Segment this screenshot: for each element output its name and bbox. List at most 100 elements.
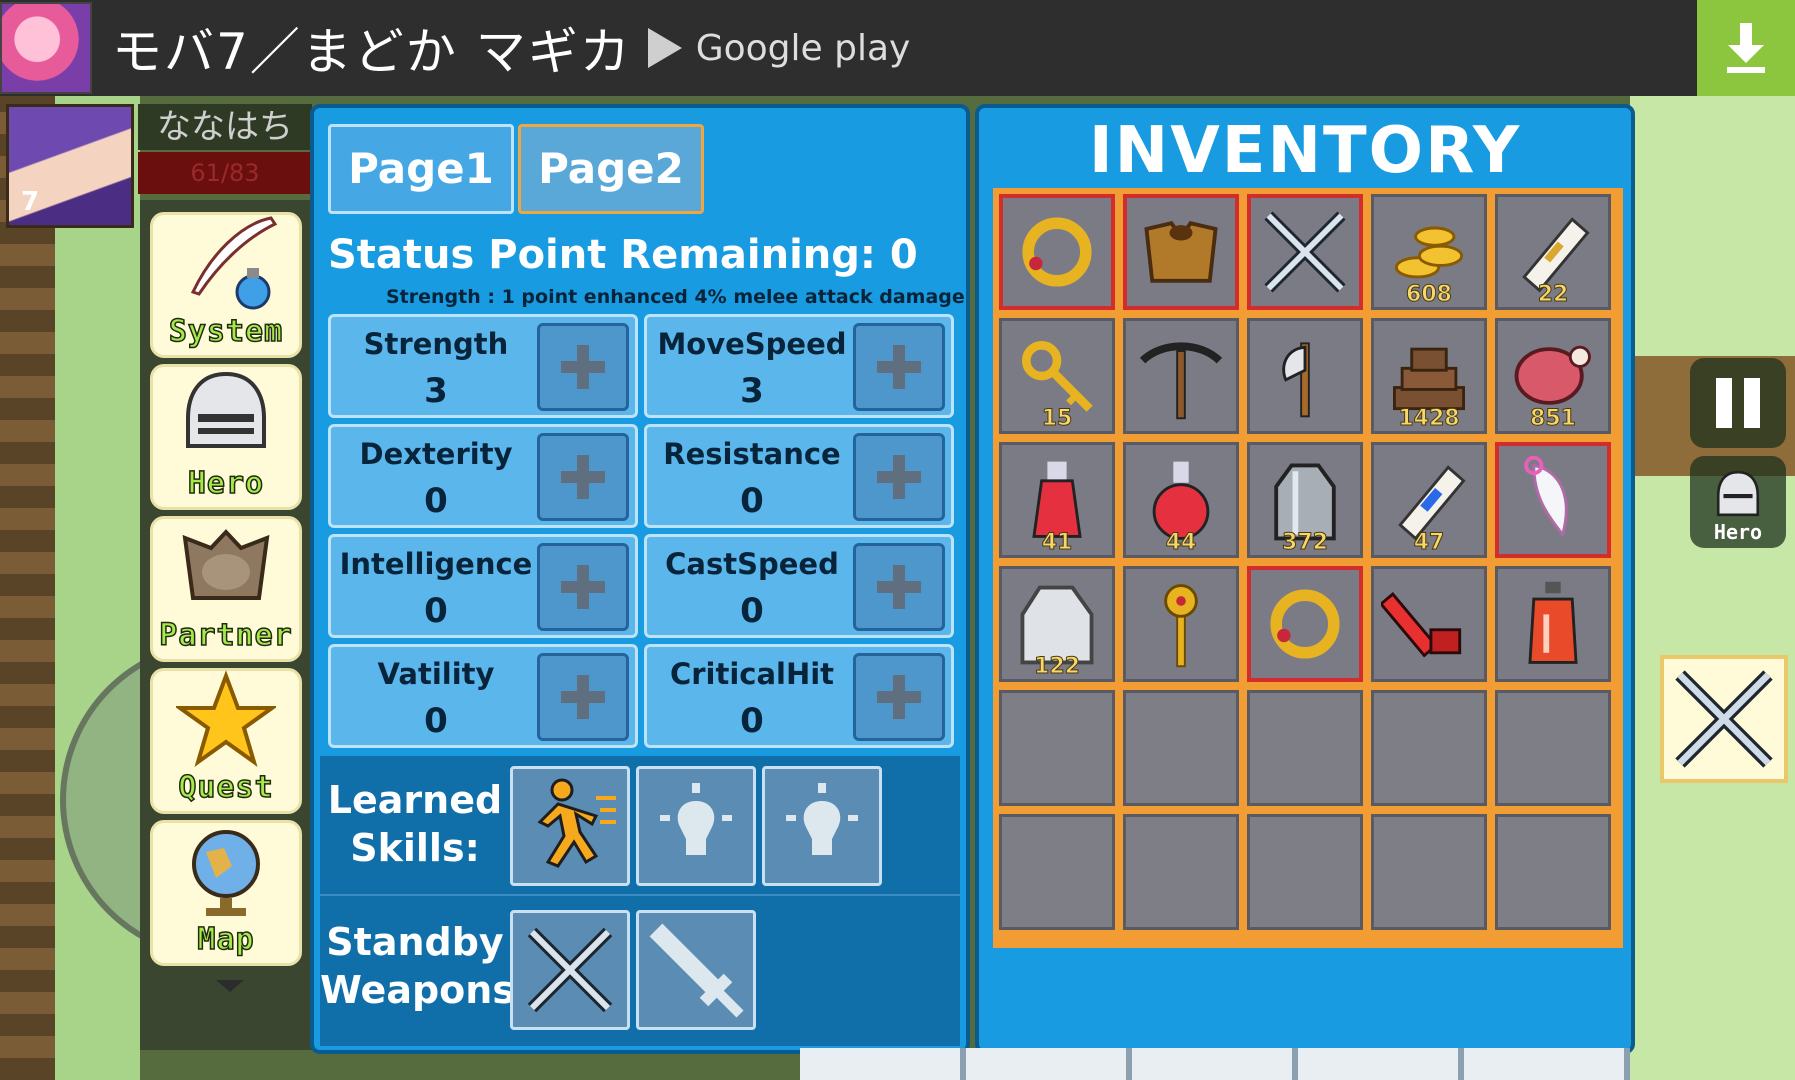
menu-map-button[interactable]: Map bbox=[150, 820, 302, 966]
add-strength-button[interactable] bbox=[537, 323, 629, 411]
plus-icon bbox=[877, 345, 921, 389]
tab-page1[interactable]: Page1 bbox=[328, 124, 514, 214]
inventory-slot-empty[interactable] bbox=[1247, 690, 1363, 806]
plus-icon bbox=[877, 675, 921, 719]
crossed-swords-icon bbox=[1264, 211, 1346, 293]
tab-page2[interactable]: Page2 bbox=[518, 124, 704, 214]
download-button[interactable] bbox=[1697, 0, 1795, 96]
item-quantity: 41 bbox=[1041, 530, 1073, 556]
item-quantity: 1428 bbox=[1398, 406, 1460, 432]
menu-partner-button[interactable]: Partner bbox=[150, 516, 302, 662]
add-castspeed-button[interactable] bbox=[853, 543, 945, 631]
inventory-slot-empty[interactable] bbox=[1123, 814, 1239, 930]
stat-value: 0 bbox=[424, 481, 448, 521]
inventory-slot-iron-ore[interactable]: 372 bbox=[1247, 442, 1363, 558]
inventory-slot-blue-scroll[interactable]: 47 bbox=[1371, 442, 1487, 558]
skill-slot-empty-1[interactable] bbox=[636, 766, 756, 886]
add-criticalhit-button[interactable] bbox=[853, 653, 945, 741]
pause-button[interactable] bbox=[1690, 358, 1786, 448]
menu-map-label: Map bbox=[197, 921, 255, 958]
stat-name: Vatility bbox=[377, 657, 495, 691]
google-play-logo[interactable]: Google play bbox=[647, 27, 911, 69]
inventory-panel: INVENTORY 608 22 15 1428 851 41 44 372 47 122 bbox=[975, 104, 1635, 1054]
weapon-quick-slot[interactable] bbox=[1660, 655, 1788, 783]
skill-slot-dash[interactable] bbox=[510, 766, 630, 886]
menu-partner-label: Partner bbox=[159, 617, 293, 654]
tree-border bbox=[0, 96, 55, 1080]
inventory-slot-gold-coins[interactable]: 608 bbox=[1371, 194, 1487, 310]
field-background bbox=[1630, 96, 1795, 1080]
item-quantity: 851 bbox=[1530, 406, 1577, 432]
inventory-slot-chainsaw-blade[interactable] bbox=[1371, 566, 1487, 682]
inventory-slot-bronze-armor[interactable] bbox=[1123, 194, 1239, 310]
hero-level: 7 bbox=[21, 187, 40, 217]
hp-bar: 61/83 bbox=[138, 152, 312, 194]
google-play-label: Google play bbox=[695, 27, 911, 69]
inventory-slot-raw-meat[interactable]: 851 bbox=[1495, 318, 1611, 434]
inventory-slot-scroll[interactable]: 22 bbox=[1495, 194, 1611, 310]
add-movespeed-button[interactable] bbox=[853, 323, 945, 411]
inventory-slot-gold-cross-staff[interactable] bbox=[1123, 566, 1239, 682]
inventory-slot-silver-ore[interactable]: 122 bbox=[999, 566, 1115, 682]
stat-name: CastSpeed bbox=[665, 547, 839, 581]
item-quantity: 372 bbox=[1282, 530, 1329, 556]
hero-quick-button[interactable]: Hero bbox=[1690, 456, 1786, 548]
inventory-slot-empty[interactable] bbox=[1495, 690, 1611, 806]
learned-skills-line2: Skills: bbox=[350, 826, 480, 870]
inventory-slot-crossed-swords[interactable] bbox=[1247, 194, 1363, 310]
inventory-slot-wood-logs[interactable]: 1428 bbox=[1371, 318, 1487, 434]
inventory-slot-empty[interactable] bbox=[999, 690, 1115, 806]
item-quantity: 15 bbox=[1041, 406, 1073, 432]
add-vatility-button[interactable] bbox=[537, 653, 629, 741]
menu-scroll-down-icon[interactable] bbox=[216, 980, 244, 992]
feather-charm-icon bbox=[1524, 455, 1568, 538]
menu-quest-label: Quest bbox=[178, 769, 274, 806]
inventory-slot-empty[interactable] bbox=[1247, 814, 1363, 930]
learned-skills-line1: Learned bbox=[327, 778, 503, 822]
stat-castspeed: CastSpeed 0 bbox=[644, 534, 954, 638]
inventory-slot-empty[interactable] bbox=[1371, 690, 1487, 806]
bronze-armor-icon bbox=[1144, 221, 1218, 283]
stat-name: MoveSpeed bbox=[657, 327, 847, 361]
weapon-slot-sword[interactable] bbox=[636, 910, 756, 1030]
menu-hero-button[interactable]: Hero bbox=[150, 364, 302, 510]
inventory-slot-red-potion-round[interactable]: 44 bbox=[1123, 442, 1239, 558]
skill-slot-empty-2[interactable] bbox=[762, 766, 882, 886]
inventory-slot-red-lantern[interactable] bbox=[1495, 566, 1611, 682]
inventory-slot-empty[interactable] bbox=[1371, 814, 1487, 930]
add-intelligence-button[interactable] bbox=[537, 543, 629, 631]
ad-banner[interactable]: モバ7／まどか マギカ Google play bbox=[0, 0, 1795, 96]
inventory-slot-gold-ring[interactable] bbox=[1247, 566, 1363, 682]
inventory-slot-empty[interactable] bbox=[1123, 690, 1239, 806]
hero-name: ななはち bbox=[138, 104, 312, 150]
app-icon[interactable] bbox=[0, 2, 92, 94]
item-quantity: 608 bbox=[1406, 282, 1453, 308]
stat-vatility: Vatility 0 bbox=[328, 644, 638, 748]
inventory-slot-empty[interactable] bbox=[1495, 814, 1611, 930]
inventory-slot-red-potion-tall[interactable]: 41 bbox=[999, 442, 1115, 558]
stat-value: 0 bbox=[740, 701, 764, 741]
inventory-slot-axe[interactable] bbox=[1247, 318, 1363, 434]
item-quantity: 47 bbox=[1413, 530, 1445, 556]
hero-portrait[interactable]: 7 bbox=[6, 104, 134, 228]
stat-name: Resistance bbox=[663, 437, 841, 471]
add-dexterity-button[interactable] bbox=[537, 433, 629, 521]
inventory-slot-gold-ring[interactable] bbox=[999, 194, 1115, 310]
plus-icon bbox=[877, 455, 921, 499]
globe-icon bbox=[153, 822, 299, 922]
add-resistance-button[interactable] bbox=[853, 433, 945, 521]
stat-hint: Strength : 1 point enhanced 4% melee att… bbox=[386, 286, 965, 308]
banner-title[interactable]: モバ7／まどか マギカ bbox=[112, 12, 632, 84]
menu-quest-button[interactable]: Quest bbox=[150, 668, 302, 814]
stat-value: 3 bbox=[424, 371, 448, 411]
inventory-slot-pickaxe[interactable] bbox=[1123, 318, 1239, 434]
menu-system-button[interactable]: System bbox=[150, 212, 302, 358]
weapon-slot-crossed-swords[interactable] bbox=[510, 910, 630, 1030]
inventory-slot-feather-charm[interactable] bbox=[1495, 442, 1611, 558]
inventory-slot-empty[interactable] bbox=[999, 814, 1115, 930]
stat-value: 0 bbox=[424, 701, 448, 741]
hero-quick-label: Hero bbox=[1713, 520, 1763, 544]
pause-icon-bar bbox=[1744, 378, 1760, 428]
inventory-title: INVENTORY bbox=[1088, 114, 1522, 188]
inventory-slot-gold-key[interactable]: 15 bbox=[999, 318, 1115, 434]
